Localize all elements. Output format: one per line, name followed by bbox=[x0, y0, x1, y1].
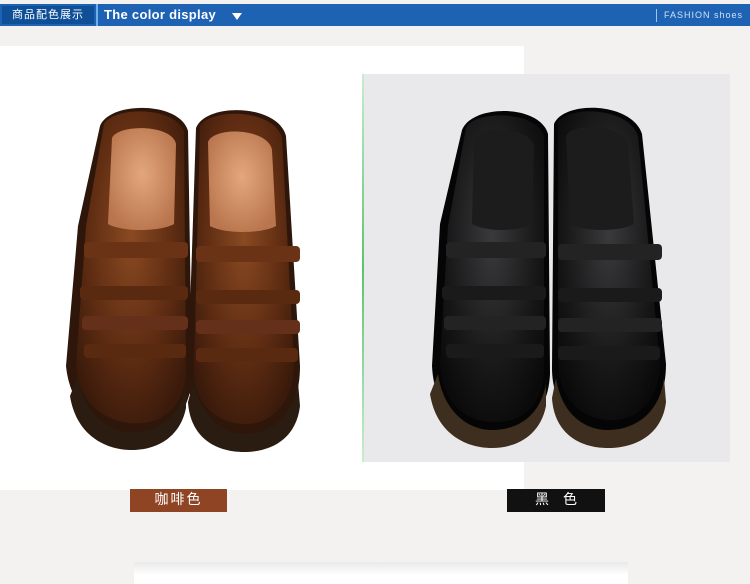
section-title-cn: 商品配色展示 bbox=[2, 6, 94, 24]
section-title-en: The color display bbox=[104, 7, 217, 22]
header-tagline: FASHION shoes bbox=[664, 10, 744, 20]
header-separator bbox=[96, 4, 98, 26]
product-photo-black[interactable] bbox=[362, 74, 730, 462]
black-sandals-image bbox=[430, 107, 666, 448]
black-right-shoe bbox=[552, 107, 666, 448]
header-divider bbox=[656, 9, 657, 22]
black-left-shoe bbox=[430, 110, 550, 448]
brown-right-shoe bbox=[187, 110, 300, 452]
bottom-shadow-divider bbox=[134, 562, 628, 584]
color-label-black[interactable]: 黑色 bbox=[507, 489, 605, 512]
color-label-brown[interactable]: 咖啡色 bbox=[130, 489, 227, 512]
brown-left-shoe bbox=[66, 107, 192, 450]
chevron-down-icon bbox=[232, 13, 242, 20]
panel-spacer bbox=[362, 462, 524, 490]
section-header-bar: 商品配色展示 The color display FASHION shoes bbox=[0, 4, 750, 26]
